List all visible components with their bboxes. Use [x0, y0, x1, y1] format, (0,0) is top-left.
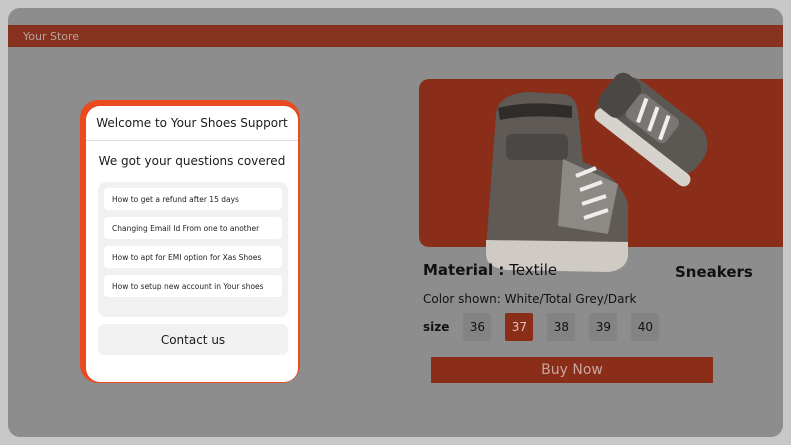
size-option-40[interactable]: 40	[631, 313, 660, 341]
support-title: Welcome to Your Shoes Support	[86, 106, 298, 141]
sneaker-image	[486, 72, 708, 272]
size-selector: size 36 37 38 39 40	[423, 313, 673, 341]
color-value: White/Total Grey/Dark	[504, 292, 637, 306]
contact-us-button[interactable]: Contact us	[98, 324, 288, 355]
support-subtitle: We got your questions covered	[98, 154, 286, 168]
color-label: Color shown:	[423, 292, 501, 306]
size-option-38[interactable]: 38	[547, 313, 576, 341]
faq-item-setup-account[interactable]: How to setup new account in Your shoes	[104, 275, 282, 297]
material-label: Material :	[423, 261, 505, 279]
product-name: Sneakers	[675, 263, 753, 281]
store-name[interactable]: Your Store	[23, 30, 79, 43]
buy-now-button[interactable]: Buy Now	[431, 357, 713, 383]
support-panel: Welcome to Your Shoes Support We got you…	[86, 106, 298, 382]
support-widget: Welcome to Your Shoes Support We got you…	[80, 100, 300, 383]
size-label: size	[423, 320, 450, 334]
material-info: Material : Textile	[423, 261, 557, 279]
faq-item-emi-option[interactable]: How to apt for EMI option for Xas Shoes	[104, 246, 282, 268]
faq-item-refund[interactable]: How to get a refund after 15 days	[104, 188, 282, 210]
app-window: Your Store Material: Textile Sneakers C…	[8, 8, 783, 437]
size-option-39[interactable]: 39	[589, 313, 618, 341]
size-option-36[interactable]: 36	[463, 313, 492, 341]
faq-item-change-email[interactable]: Changing Email Id From one to another	[104, 217, 282, 239]
color-shown: Color shown: White/Total Grey/Dark	[423, 292, 636, 306]
faq-list: How to get a refund after 15 days Changi…	[98, 182, 288, 317]
size-option-37-selected[interactable]: 37	[505, 313, 534, 341]
material-value: Textile	[509, 261, 558, 279]
